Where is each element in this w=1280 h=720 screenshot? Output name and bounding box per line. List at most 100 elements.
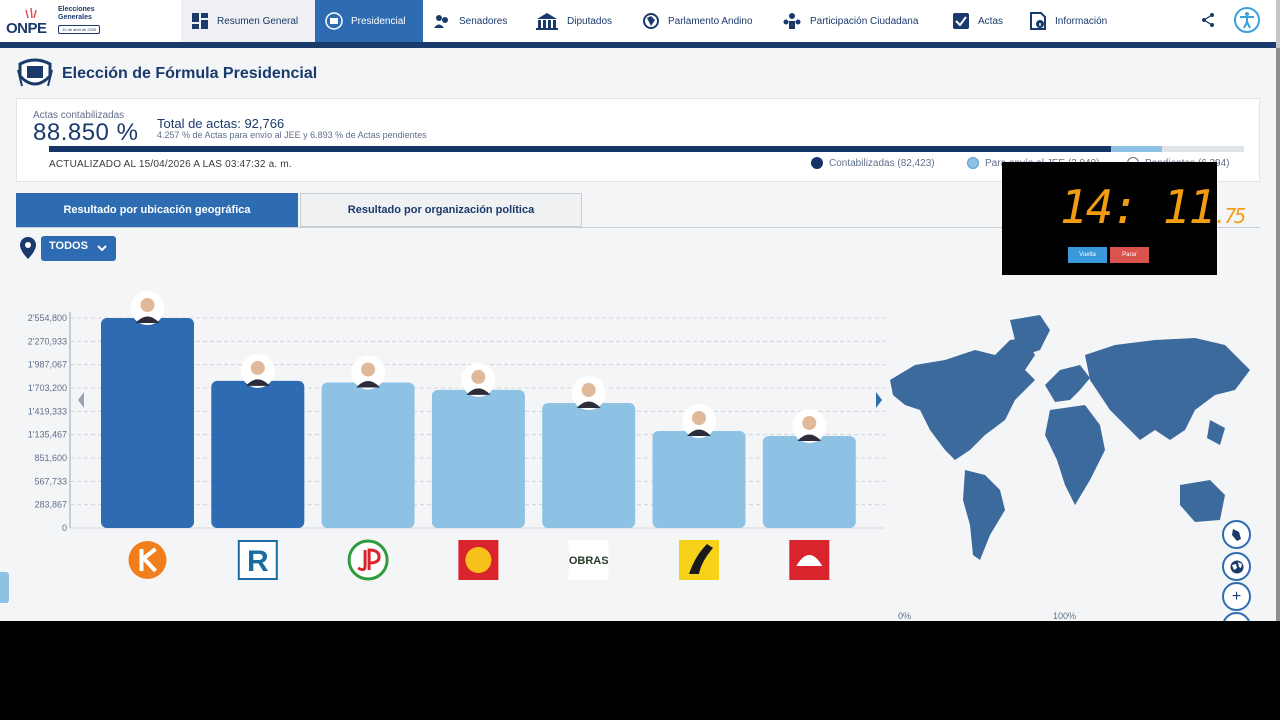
world-map[interactable]	[885, 310, 1260, 570]
bar	[652, 431, 746, 528]
senate-icon	[434, 15, 448, 28]
y-tick-label: 1'703,200	[28, 383, 67, 393]
accessibility-figure-icon	[1240, 12, 1254, 29]
zoom-in-button[interactable]: +	[1222, 582, 1251, 611]
stopwatch-fraction: .75	[1214, 204, 1246, 228]
y-tick-label: 1'419,333	[28, 406, 67, 416]
accessibility-icon[interactable]	[1234, 7, 1260, 33]
progress-bar	[49, 146, 1244, 152]
chart-next-arrow-icon	[876, 392, 882, 408]
nav-label: Actas	[978, 15, 1004, 27]
tab-geographic-results[interactable]: Resultado por ubicación geográfica	[16, 193, 298, 227]
nav-label: Diputados	[567, 15, 613, 27]
page: ONPE Elecciones Generales 12 de abril de…	[0, 0, 1280, 621]
scrollbar[interactable]	[1276, 0, 1280, 621]
stopwatch-overlay: 14: 11.75 Vuelta Parar	[1002, 162, 1246, 275]
national-emblem-icon	[17, 58, 53, 87]
top-navigation: ONPE Elecciones Generales 12 de abril de…	[0, 0, 1276, 48]
congress-building-icon	[536, 13, 558, 30]
candidate-face-icon	[692, 411, 706, 426]
results-bar-chart: 2'554,800 2'270,933 1'987,067 1'703,200 1'41…	[28, 291, 885, 581]
nav-informacion[interactable]: Información	[1029, 0, 1107, 42]
nav-participacion-ciudadana[interactable]: Participación Ciudadana	[782, 0, 918, 42]
location-pin-icon	[20, 237, 36, 259]
nav-label: Senadores	[459, 15, 508, 27]
bar	[321, 382, 415, 528]
legend-dot	[811, 157, 823, 169]
side-panel-handle[interactable]	[0, 572, 9, 603]
candidate-face-icon	[471, 369, 486, 384]
globe-icon	[1230, 560, 1243, 573]
obras-wordmark-icon: OBRAS	[569, 555, 609, 567]
r-letter-icon: R	[247, 545, 269, 578]
zoom-out-button[interactable]: −	[1222, 612, 1251, 621]
peru-map-button[interactable]	[1222, 520, 1251, 549]
nav-label: Información	[1055, 15, 1108, 27]
chevron-down-icon	[97, 245, 107, 252]
nav-label: Participación Ciudadana	[810, 15, 919, 27]
map-scale-min: 0%	[898, 611, 912, 621]
logo-brand: ONPE	[6, 20, 47, 37]
bar	[101, 318, 194, 528]
logo-subtitle: Elecciones Generales	[58, 6, 108, 22]
legend-dot	[967, 157, 979, 169]
summary-percent: 88.850 %	[33, 119, 139, 146]
map-scale-max: 100%	[1053, 611, 1077, 621]
candidate-face-icon	[581, 383, 596, 398]
plus-icon: +	[1231, 587, 1242, 605]
y-tick-label: 567,733	[34, 476, 67, 486]
info-doc-icon	[1030, 12, 1046, 30]
minus-icon: −	[1232, 618, 1241, 622]
lap-button[interactable]: Vuelta	[1068, 247, 1107, 263]
bar	[762, 435, 856, 528]
logo-subtitle-line2: Generales	[58, 14, 92, 21]
world-map-button[interactable]	[1222, 552, 1251, 581]
grid-icon	[192, 13, 208, 29]
legend-contabilizadas: Contabilizadas (82,423)	[811, 157, 935, 169]
nav-label: Parlamento Andino	[668, 15, 753, 27]
sun-icon	[465, 547, 492, 573]
chart-prev-arrow-icon	[78, 392, 84, 408]
scrollbar-thumb[interactable]	[1276, 48, 1280, 621]
share-icon[interactable]	[1200, 12, 1216, 28]
y-tick-label: 2'554,800	[28, 313, 67, 323]
nav-label: Resumen General	[217, 15, 299, 27]
stopwatch-display: 14: 11.75	[1060, 180, 1246, 234]
tab-party-results[interactable]: Resultado por organización política	[300, 193, 582, 227]
y-tick-label: 1'135,467	[28, 430, 67, 440]
nav-actas[interactable]: Actas	[952, 0, 1003, 42]
summary-total: Total de actas: 92,766	[157, 116, 285, 131]
people-icon	[783, 13, 801, 29]
stopwatch-main: 14: 11	[1060, 180, 1216, 234]
y-tick-label: 2'270,933	[28, 336, 67, 346]
nav-label: Presidencial	[351, 15, 406, 27]
nav-parlamento-andino[interactable]: Parlamento Andino	[642, 0, 753, 42]
checklist-icon	[953, 13, 969, 29]
peru-shape-icon	[1231, 528, 1241, 541]
candidate-face-icon	[250, 360, 265, 375]
nav-resumen-general[interactable]: Resumen General	[181, 0, 315, 42]
legend-label: Contabilizadas (82,423)	[829, 157, 935, 169]
stop-button[interactable]: Parar	[1110, 247, 1149, 263]
bar	[431, 389, 525, 528]
logo-date: 12 de abril de 2026	[58, 25, 101, 34]
bar	[542, 403, 636, 528]
page-title: Elección de Fórmula Presidencial	[62, 65, 318, 82]
candidate-face-icon	[361, 362, 376, 377]
summary-detail: 4.257 % de Actas para envío al JEE y 6.8…	[157, 130, 427, 140]
nav-senadores[interactable]: Senadores	[433, 0, 507, 42]
onpe-logo[interactable]: ONPE Elecciones Generales 12 de abril de…	[4, 4, 114, 38]
y-tick-label: 283,867	[34, 500, 67, 510]
nav-presidencial[interactable]: Presidencial	[315, 0, 423, 42]
y-tick-label: 0	[62, 523, 67, 533]
candidate-face-icon	[802, 415, 817, 430]
andean-parliament-icon	[643, 13, 659, 29]
logo-subtitle-line1: Elecciones	[58, 6, 95, 13]
candidate-face-icon	[140, 298, 155, 312]
bar	[211, 380, 305, 528]
nav-diputados[interactable]: Diputados	[535, 0, 612, 42]
y-tick-label: 851,600	[34, 453, 67, 463]
ballot-mark-icon	[25, 8, 37, 19]
region-filter-select[interactable]: TODOS	[41, 236, 116, 261]
y-tick-label: 1'987,067	[28, 360, 67, 370]
